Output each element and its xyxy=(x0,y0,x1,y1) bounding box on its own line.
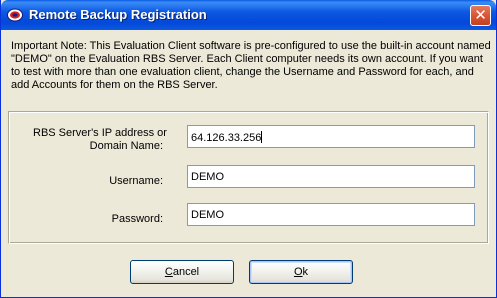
password-label: Password: xyxy=(111,213,163,225)
text-caret xyxy=(261,131,263,143)
username-input[interactable]: DEMO xyxy=(187,165,475,188)
important-note: Important Note: This Evaluation Client s… xyxy=(11,40,491,91)
close-button[interactable]: ✕ xyxy=(470,5,491,26)
title-bar[interactable]: Remote Backup Registration ✕ xyxy=(1,0,496,30)
app-logo-icon xyxy=(7,8,23,22)
password-input[interactable]: DEMO xyxy=(187,203,475,226)
window-title: Remote Backup Registration xyxy=(29,7,207,22)
close-icon: ✕ xyxy=(474,6,487,24)
server-address-label: RBS Server's IP address or Domain Name: xyxy=(33,127,167,152)
username-label: Username: xyxy=(109,175,163,187)
server-address-input[interactable]: 64.126.33.256 xyxy=(187,125,475,148)
cancel-button[interactable]: Cancel xyxy=(130,260,234,284)
registration-dialog: Remote Backup Registration ✕ Important N… xyxy=(0,0,497,298)
ok-button[interactable]: Ok xyxy=(249,260,353,284)
